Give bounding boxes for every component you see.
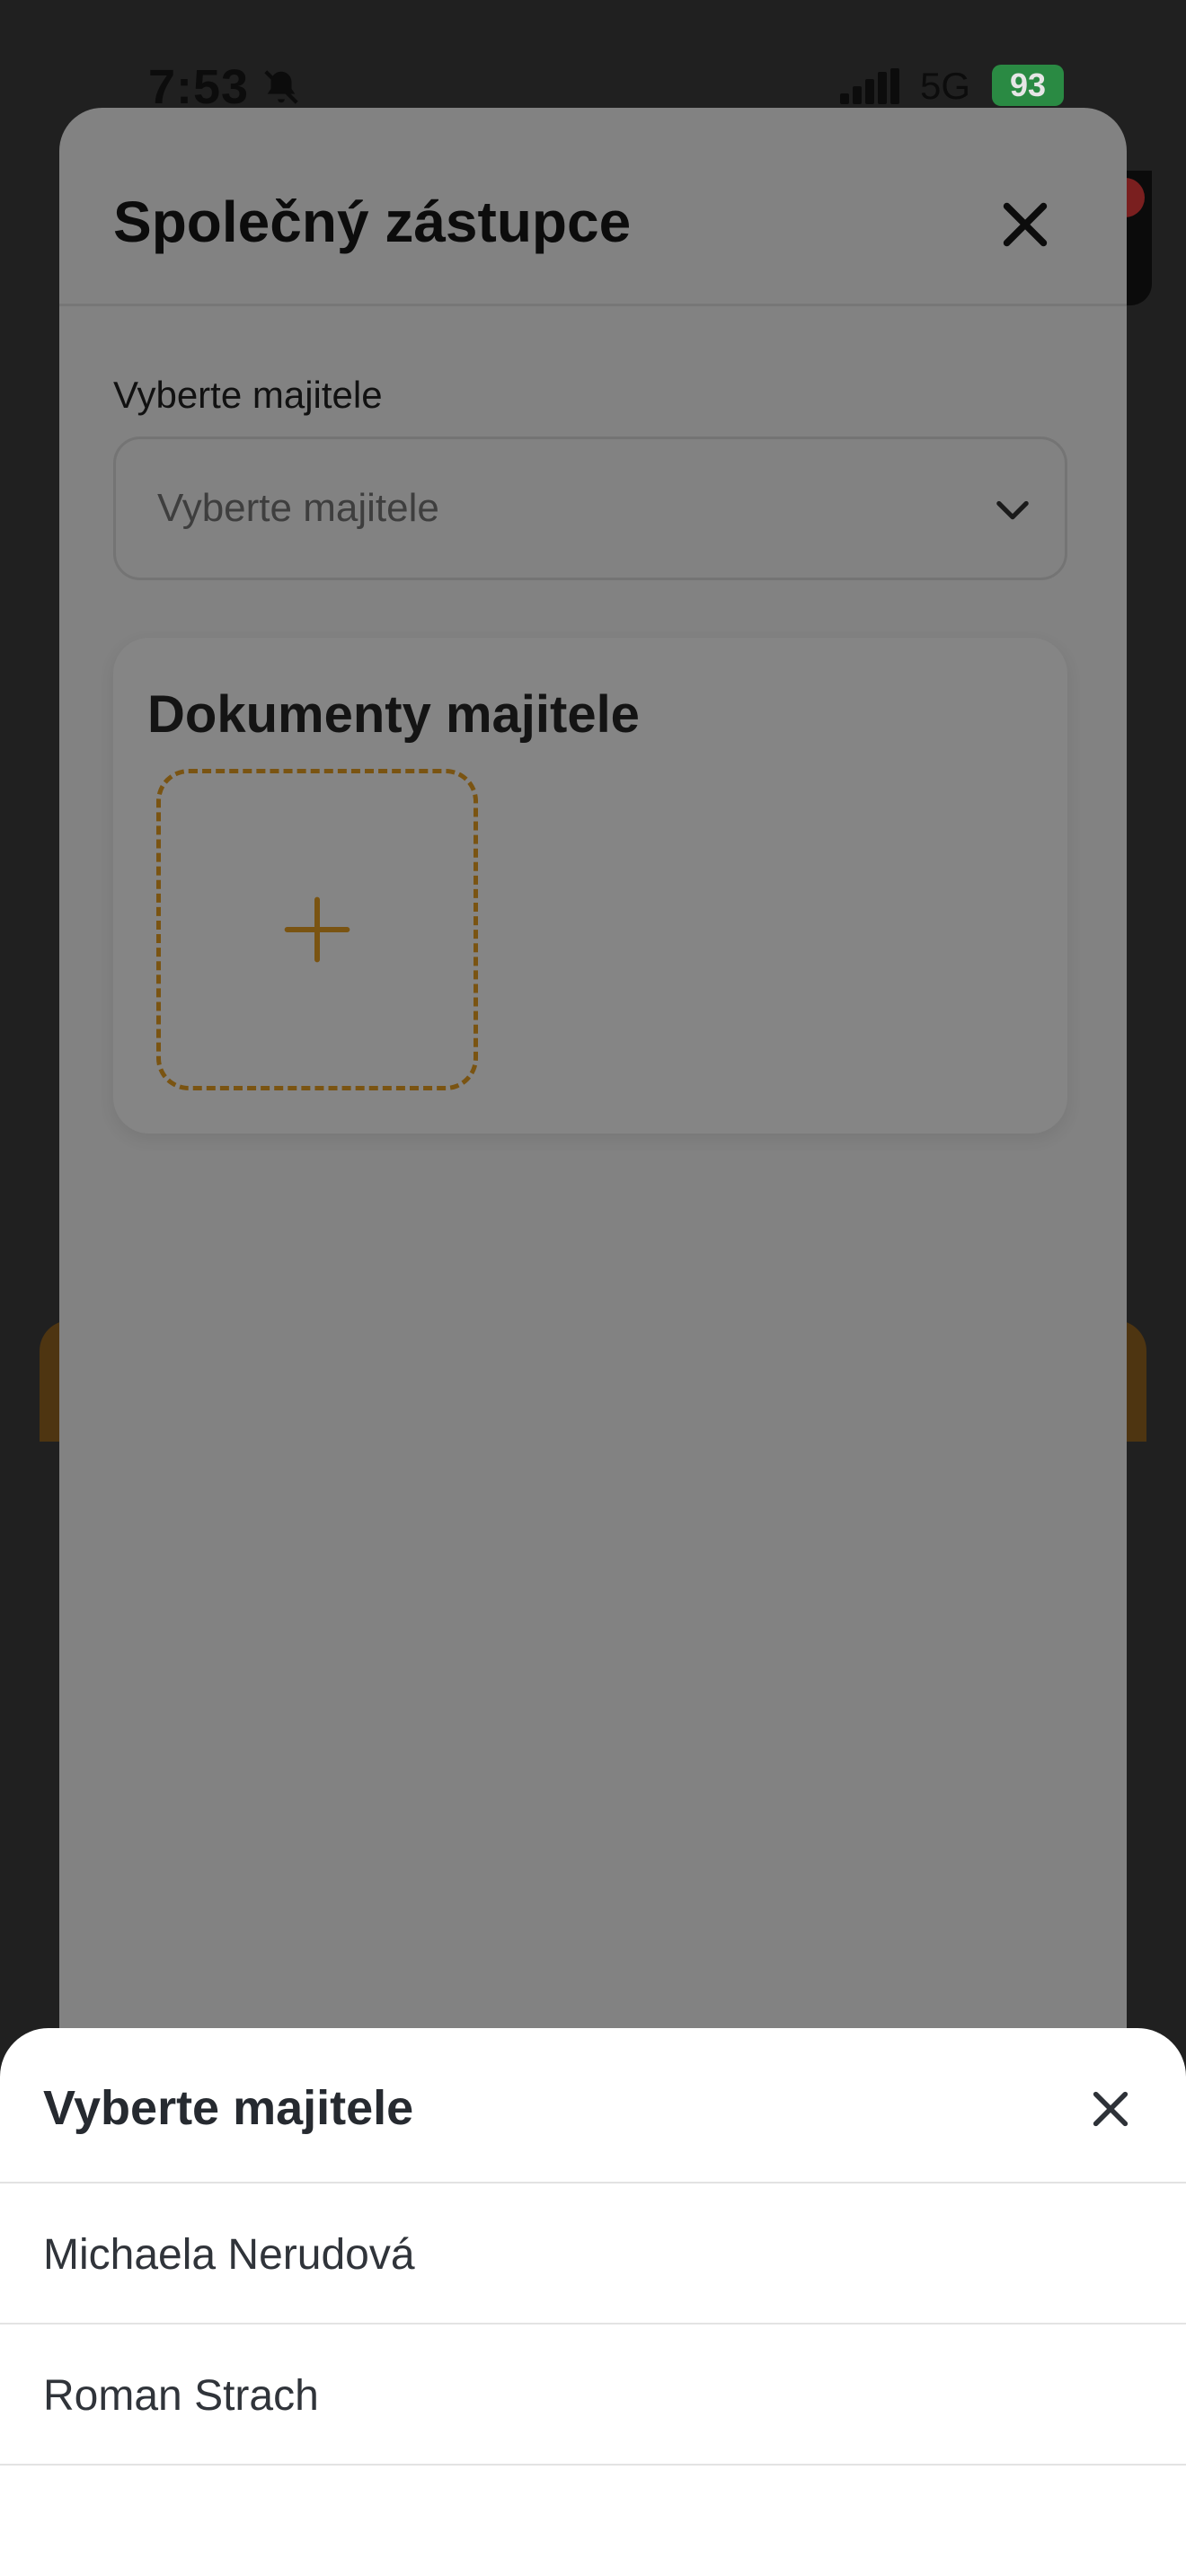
owner-option-michaela-nerudova[interactable]: Michaela Nerudová bbox=[0, 2183, 1186, 2323]
owner-option-roman-strach[interactable]: Roman Strach bbox=[0, 2325, 1186, 2464]
owner-select-placeholder: Vyberte majitele bbox=[157, 486, 439, 530]
close-icon[interactable] bbox=[994, 193, 1057, 256]
signal-icon bbox=[840, 68, 899, 104]
close-icon[interactable] bbox=[1085, 2084, 1136, 2134]
bell-muted-icon bbox=[264, 70, 298, 104]
option-label: Roman Strach bbox=[43, 2372, 319, 2420]
network-type: 5G bbox=[920, 65, 971, 107]
owner-field-label: Vyberte majitele bbox=[113, 374, 383, 416]
add-document-button[interactable] bbox=[156, 769, 478, 1090]
owner-picker-sheet: Vyberte majitele Michaela Nerudová Roman… bbox=[0, 2028, 1186, 2576]
battery-level: 93 bbox=[1009, 66, 1047, 103]
modal-title: Společný zástupce bbox=[113, 190, 632, 254]
option-divider bbox=[0, 2464, 1186, 2466]
plus-icon bbox=[284, 896, 350, 963]
option-label: Michaela Nerudová bbox=[43, 2231, 415, 2279]
chevron-down-icon bbox=[996, 500, 1029, 520]
battery-indicator: 93 bbox=[992, 65, 1064, 106]
modal-divider bbox=[59, 304, 1127, 306]
picker-title: Vyberte majitele bbox=[43, 2081, 414, 2135]
status-time: 7:53 bbox=[148, 60, 250, 114]
owner-documents-card: Dokumenty majitele bbox=[113, 638, 1067, 1134]
owner-select[interactable]: Vyberte majitele bbox=[113, 437, 1067, 580]
documents-title: Dokumenty majitele bbox=[147, 685, 640, 744]
